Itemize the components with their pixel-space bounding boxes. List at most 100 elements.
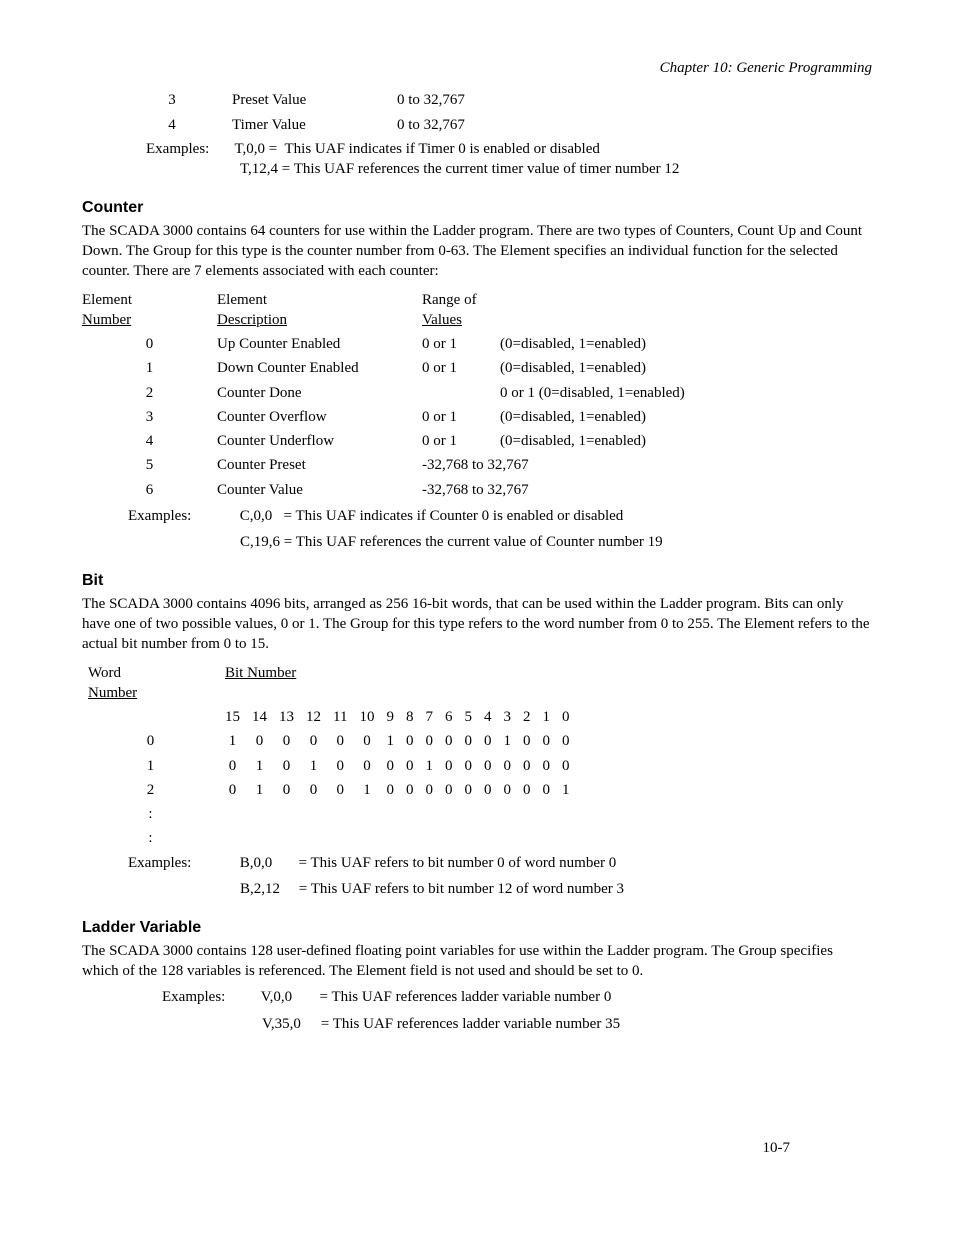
timer-example-text: This UAF indicates if Timer 0 is enabled… xyxy=(284,141,599,157)
bv: 0 xyxy=(380,754,400,778)
c-d: Down Counter Enabled xyxy=(217,356,422,380)
bv: 0 xyxy=(536,778,556,802)
bv: 0 xyxy=(458,729,478,753)
word-num: 1 xyxy=(82,754,219,778)
bit-col: 2 xyxy=(517,705,537,729)
bv: 0 xyxy=(517,778,537,802)
bit-col: 7 xyxy=(419,705,439,729)
timer-elements-table: 3 Preset Value 0 to 32,767 4 Timer Value… xyxy=(112,88,465,137)
bit-col: 10 xyxy=(353,705,380,729)
bv: 0 xyxy=(439,729,459,753)
bv: 0 xyxy=(536,729,556,753)
bv: 0 xyxy=(400,729,420,753)
timer-elem-num: 3 xyxy=(112,88,232,112)
timer-elem-range: 0 to 32,767 xyxy=(397,113,465,137)
c-r xyxy=(422,381,500,405)
bit-example-text: = This UAF refers to bit number 0 of wor… xyxy=(299,855,617,871)
bit-col: 6 xyxy=(439,705,459,729)
bit-col: 11 xyxy=(327,705,353,729)
bit-example-2: B,2,12 = This UAF refers to bit number 1… xyxy=(240,879,872,899)
bv: 0 xyxy=(517,754,537,778)
bv: 0 xyxy=(458,754,478,778)
timer-example-code: T,0,0 = xyxy=(234,141,277,157)
examples-label: Examples: xyxy=(162,987,257,1007)
c-n: 4 xyxy=(82,429,217,453)
bv: 1 xyxy=(556,778,576,802)
bit-col: 5 xyxy=(458,705,478,729)
timer-examples: Examples: T,0,0 = This UAF indicates if … xyxy=(146,139,872,159)
bv: 0 xyxy=(400,754,420,778)
bv: 0 xyxy=(439,754,459,778)
bv: 1 xyxy=(246,778,273,802)
bv: 0 xyxy=(300,729,327,753)
counter-heading: Counter xyxy=(82,197,872,219)
bit-col: 15 xyxy=(219,705,246,729)
bv: 0 xyxy=(219,754,246,778)
bv: 0 xyxy=(327,778,353,802)
bv: 0 xyxy=(353,729,380,753)
ladder-heading: Ladder Variable xyxy=(82,917,872,939)
bv: 0 xyxy=(556,729,576,753)
c-n: 5 xyxy=(82,453,217,477)
dots: : xyxy=(82,826,219,850)
ladder-example-2: V,35,0 = This UAF references ladder vari… xyxy=(262,1014,872,1034)
c-n: 0 xyxy=(82,332,217,356)
bv: 0 xyxy=(497,754,517,778)
c-n: 1 xyxy=(82,356,217,380)
bit-number-label: Bit Number xyxy=(225,665,296,681)
bv: 0 xyxy=(273,778,300,802)
c-note: (0=disabled, 1=enabled) xyxy=(500,429,685,453)
bv: 1 xyxy=(300,754,327,778)
bit-example-code: B,0,0 xyxy=(240,853,295,873)
counter-elements-table: Element Number Element Description Range… xyxy=(82,288,685,502)
ladder-paragraph: The SCADA 3000 contains 128 user-defined… xyxy=(82,941,872,982)
col-head: Description xyxy=(217,312,287,328)
bv: 1 xyxy=(353,778,380,802)
bv: 0 xyxy=(478,754,498,778)
page-number: 10-7 xyxy=(763,1138,791,1158)
bit-example-text: = This UAF refers to bit number 12 of wo… xyxy=(299,881,624,897)
col-head: Number xyxy=(82,312,131,328)
bv: 0 xyxy=(327,729,353,753)
bv: 0 xyxy=(380,778,400,802)
bit-heading: Bit xyxy=(82,570,872,592)
bv: 0 xyxy=(400,778,420,802)
ladder-example-code: V,0,0 xyxy=(261,987,316,1007)
bit-example-code: B,2,12 xyxy=(240,879,295,899)
c-r: 0 or 1 xyxy=(422,405,500,429)
c-d: Up Counter Enabled xyxy=(217,332,422,356)
timer-example-2: T,12,4 = This UAF references the current… xyxy=(240,159,872,179)
bv: 0 xyxy=(273,754,300,778)
ladder-example-text: = This UAF references ladder variable nu… xyxy=(320,989,612,1005)
bv: 0 xyxy=(536,754,556,778)
bit-col: 0 xyxy=(556,705,576,729)
counter-examples: Examples: C,0,0 = This UAF indicates if … xyxy=(128,506,872,526)
bv: 1 xyxy=(380,729,400,753)
bit-col: 13 xyxy=(273,705,300,729)
ladder-example-code: V,35,0 xyxy=(262,1014,317,1034)
c-note: (0=disabled, 1=enabled) xyxy=(500,332,685,356)
bv: 0 xyxy=(478,778,498,802)
ladder-example-text: = This UAF references ladder variable nu… xyxy=(321,1016,620,1032)
bv: 1 xyxy=(497,729,517,753)
counter-example-text: = This UAF indicates if Counter 0 is ena… xyxy=(284,508,624,524)
bv: 1 xyxy=(419,754,439,778)
c-note: (0=disabled, 1=enabled) xyxy=(500,405,685,429)
examples-label: Examples: xyxy=(128,506,236,526)
bit-examples: Examples: B,0,0 = This UAF refers to bit… xyxy=(128,853,872,873)
c-r: 0 or 1 xyxy=(422,429,500,453)
word-num: 0 xyxy=(82,729,219,753)
dots: : xyxy=(82,802,219,826)
word-num: 2 xyxy=(82,778,219,802)
bit-col: 8 xyxy=(400,705,420,729)
bit-col: 14 xyxy=(246,705,273,729)
c-r: 0 or 1 xyxy=(422,332,500,356)
bit-paragraph: The SCADA 3000 contains 4096 bits, arran… xyxy=(82,594,872,655)
bv: 1 xyxy=(246,754,273,778)
word-label-b: Number xyxy=(88,685,137,701)
bv: 0 xyxy=(419,729,439,753)
c-n: 2 xyxy=(82,381,217,405)
col-head: Values xyxy=(422,312,462,328)
bit-col: 4 xyxy=(478,705,498,729)
c-d: Counter Overflow xyxy=(217,405,422,429)
